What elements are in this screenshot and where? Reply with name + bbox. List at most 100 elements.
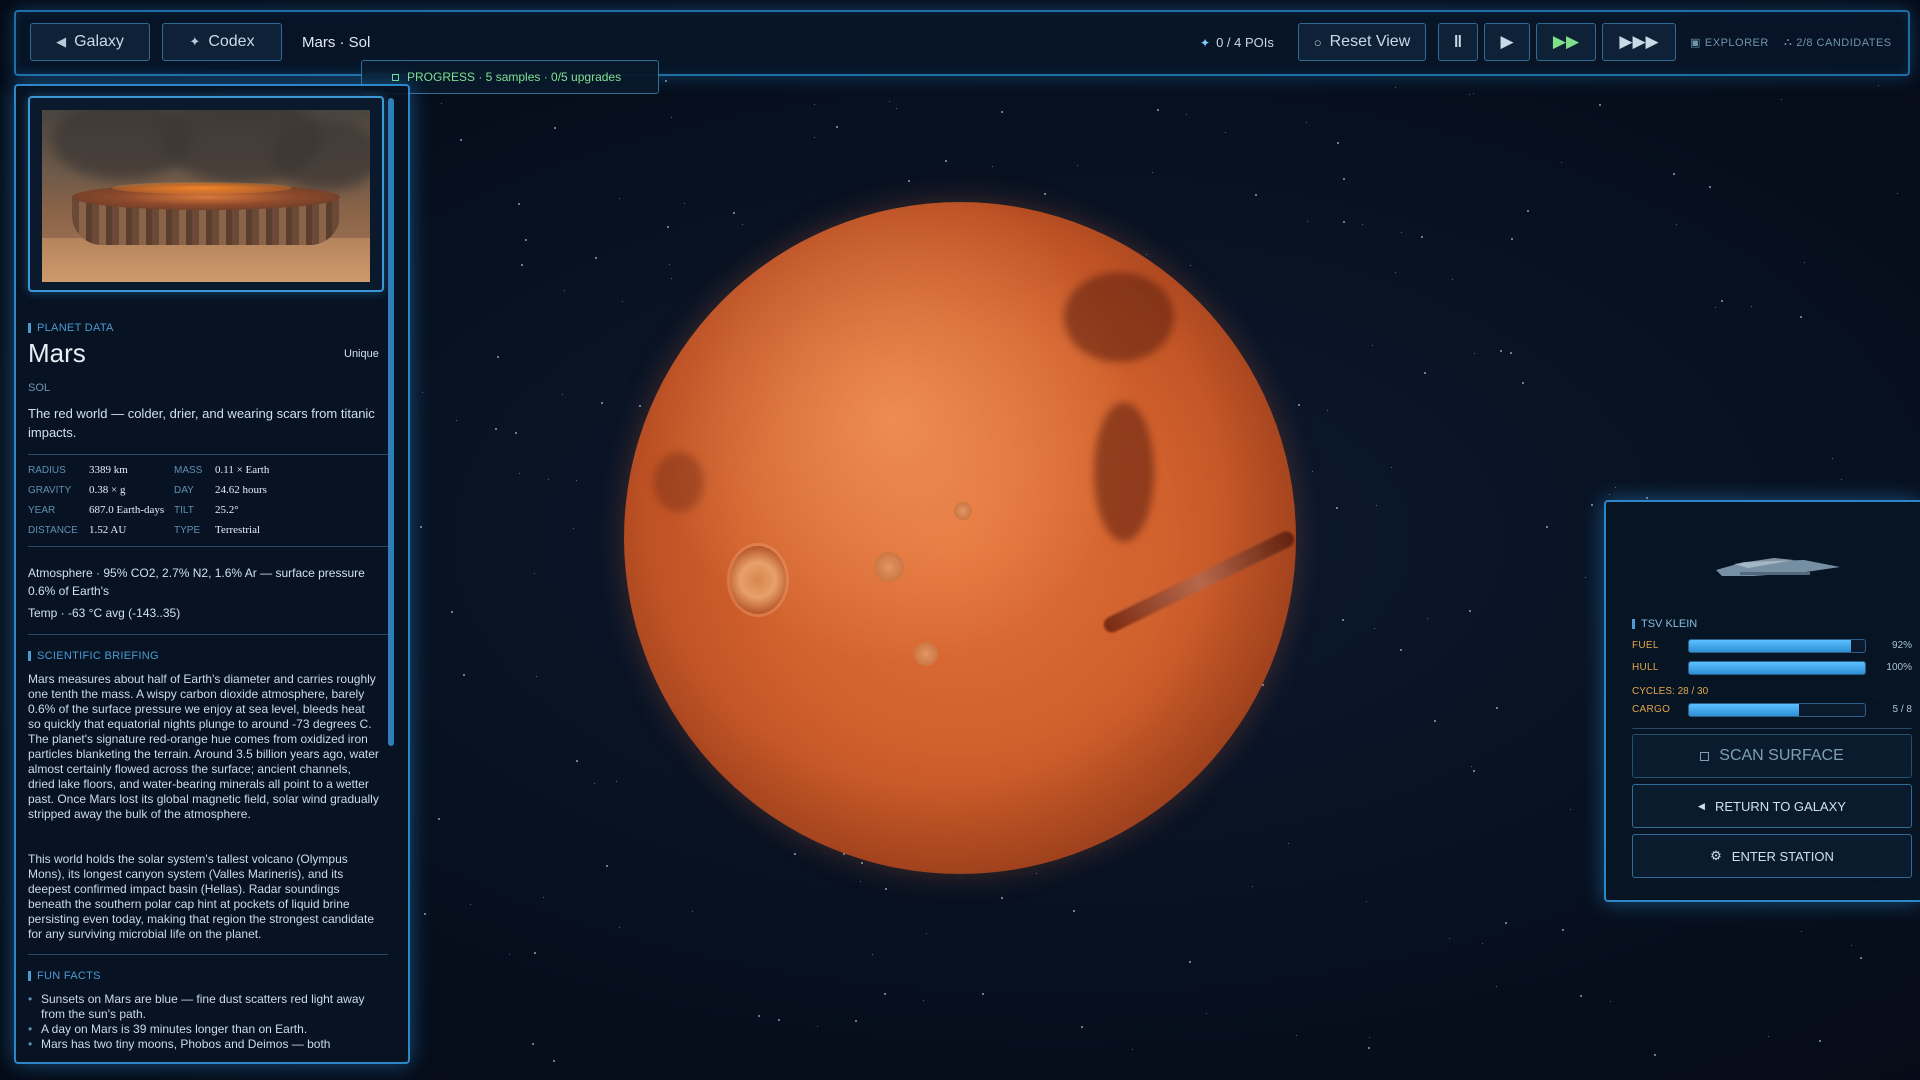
ship-status-panel: TSV KLEIN FUEL 92% HULL 100% CYCLES: 28 … (1604, 500, 1920, 902)
star-dot (536, 676, 537, 677)
star-dot (422, 392, 423, 393)
star-dot (669, 264, 670, 265)
temperature-text: Temp · -63 °C avg (-143..35) (28, 606, 181, 620)
mars-planet-view[interactable] (624, 202, 1297, 874)
star-dot (1610, 1001, 1611, 1002)
star-dot (1768, 1036, 1769, 1037)
reset-view-button[interactable]: ○ Reset View (1298, 23, 1426, 61)
star-dot (1546, 526, 1548, 528)
star-dot (1376, 505, 1377, 506)
galaxy-back-button[interactable]: ◀ Galaxy (30, 23, 150, 61)
star-dot (463, 674, 465, 676)
planet-surface-image (28, 96, 384, 292)
top-bar: ◀ Galaxy ✦ Codex Mars · Sol ✦ 0 / 4 POIs… (14, 10, 1910, 76)
star-dot (573, 528, 574, 529)
fuel-gauge: FUEL 92% (1632, 638, 1912, 654)
star-dot (982, 993, 984, 995)
star-dot (1368, 1047, 1370, 1049)
play-button[interactable]: ▶ (1484, 23, 1530, 61)
planet-data-label: PLANET DATA (37, 322, 114, 334)
stat-label: DAY (174, 485, 194, 496)
stat-label: TYPE (174, 525, 201, 536)
star-dot (1336, 507, 1338, 509)
stat-row: RADIUS 3389 km MASS 0.11 × Earth (28, 464, 388, 480)
star-dot (1804, 262, 1805, 263)
ship-icon (1716, 558, 1840, 576)
star-dot (1190, 265, 1191, 266)
star-dot (534, 952, 536, 954)
star-dot (424, 913, 426, 915)
star-dot (1225, 132, 1226, 133)
star-dot (601, 402, 603, 404)
planet-info-panel[interactable]: PLANET DATA Mars Unique SOL The red worl… (14, 84, 410, 1064)
star-dot (1036, 873, 1037, 874)
star-dot (758, 1015, 760, 1017)
ship-name: TSV KLEIN (1632, 618, 1697, 630)
star-dot (1369, 1037, 1370, 1038)
stat-value: 25.2° (215, 504, 239, 516)
cargo-gauge: CARGO 5 / 8 (1632, 702, 1912, 718)
star-dot (1307, 221, 1308, 222)
planet-tagline: The red world — colder, drier, and weari… (28, 406, 375, 440)
star-dot (1709, 186, 1711, 188)
star-dot (495, 428, 497, 430)
pause-button[interactable]: ‖ (1438, 23, 1478, 61)
star-dot (554, 127, 556, 129)
star-dot (1001, 897, 1003, 899)
ship-name-label: TSV KLEIN (1641, 618, 1698, 630)
star-dot (1342, 619, 1344, 621)
star-dot (836, 126, 838, 128)
star-dot (1395, 272, 1396, 273)
stat-value: 3389 km (89, 464, 128, 476)
star-dot (420, 526, 422, 528)
panel-scrollbar[interactable] (388, 98, 394, 746)
star-dot (595, 257, 597, 259)
star-dot (884, 993, 886, 995)
stat-row: GRAVITY 0.38 × g DAY 24.62 hours (28, 484, 388, 500)
star-dot (817, 1026, 818, 1027)
scan-surface-button[interactable]: SCAN SURFACE (1632, 734, 1912, 778)
star-dot (1580, 995, 1582, 997)
star-dot (1206, 1013, 1207, 1014)
explorer-rank[interactable]: ▣ EXPLORER (1690, 36, 1769, 50)
fast-forward-button[interactable]: ▶▶ (1536, 23, 1596, 61)
star-dot (1296, 1035, 1297, 1036)
scan-surface-label: SCAN SURFACE (1719, 747, 1844, 764)
star-dot (622, 301, 623, 302)
star-dot (1510, 352, 1512, 354)
return-to-galaxy-button[interactable]: ◀ RETURN TO GALAXY (1632, 784, 1912, 828)
star-dot (1449, 938, 1450, 939)
stat-value: 1.52 AU (89, 524, 127, 536)
star-dot (441, 103, 442, 104)
star-dot (1252, 886, 1253, 887)
star-dot (518, 203, 520, 205)
star-dot (814, 104, 815, 105)
star-dot (619, 198, 620, 199)
star-dot (525, 239, 527, 241)
star-dot (1591, 504, 1593, 506)
stat-value: 0.11 × Earth (215, 464, 270, 476)
galaxy-button-label: Galaxy (74, 33, 124, 50)
fun-facts-heading: FUN FACTS (28, 970, 101, 982)
star-dot (1801, 931, 1802, 932)
back-arrow-icon: ◀ (1698, 800, 1705, 811)
star-dot (1511, 238, 1513, 240)
gear-icon: ⚙ (1710, 848, 1722, 863)
fastest-forward-button[interactable]: ▶▶▶ (1602, 23, 1676, 61)
candidates-counter[interactable]: ⛬ 2/8 CANDIDATES (1784, 36, 1892, 49)
star-dot (1152, 172, 1153, 173)
gauge-value: 100% (1886, 662, 1912, 673)
enter-station-button[interactable]: ⚙ ENTER STATION (1632, 834, 1912, 878)
star-dot (684, 203, 685, 204)
stat-label: RADIUS (28, 465, 66, 476)
codex-button[interactable]: ✦ Codex (162, 23, 282, 61)
star-dot (1676, 224, 1677, 225)
crater-mesa-illustration (42, 110, 370, 282)
stat-value: 24.62 hours (215, 484, 267, 496)
star-dot (1860, 957, 1862, 959)
star-dot (619, 927, 620, 928)
star-dot (872, 954, 873, 955)
stat-row: DISTANCE 1.52 AU TYPE Terrestrial (28, 524, 388, 540)
gauge-fill (1689, 662, 1865, 674)
return-to-galaxy-label: RETURN TO GALAXY (1714, 798, 1846, 814)
